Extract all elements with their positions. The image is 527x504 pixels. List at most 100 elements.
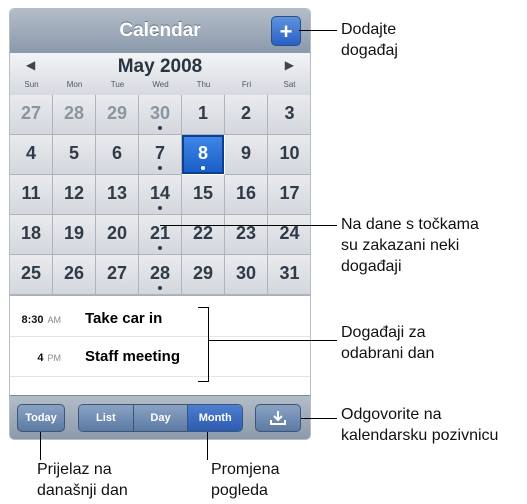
view-day-tab[interactable]: Day [133,405,189,431]
callout-line-today [40,432,41,460]
day-number: 13 [106,183,128,203]
callout-line-text: Događaji za [341,324,426,341]
day-cell[interactable]: 23 [225,215,268,255]
day-number: 7 [154,143,165,163]
add-event-button[interactable]: + [271,16,301,46]
day-cell[interactable]: 31 [268,255,310,295]
day-cell[interactable]: 22 [182,215,225,255]
day-number: 9 [240,143,251,163]
day-number: 26 [63,263,85,283]
month-title: May 2008 [117,56,203,77]
event-dot-icon [158,246,162,250]
day-cell[interactable]: 20 [96,215,139,255]
callout-line-text: pogleda [211,482,268,499]
day-cell[interactable]: 2 [225,95,268,135]
day-cell[interactable]: 27 [10,95,53,135]
callout-add-event: Dodajte događaj [341,19,398,61]
day-number: 3 [284,103,295,123]
invitations-button[interactable] [255,404,301,432]
day-number: 23 [235,223,257,243]
day-cell[interactable]: 25 [10,255,53,295]
callout-line-text: kalendarsku pozivnicu [341,427,499,444]
next-month-icon[interactable]: ▶ [285,58,294,72]
day-cell[interactable]: 10 [268,135,310,175]
day-cell[interactable]: 19 [53,215,96,255]
day-cell[interactable]: 17 [268,175,310,215]
day-number: 6 [111,143,122,163]
day-cell[interactable]: 28 [53,95,96,135]
day-cell[interactable]: 12 [53,175,96,215]
bracket-bottom [198,381,209,382]
callout-line-events [208,340,337,341]
view-month-tab[interactable]: Month [188,405,242,431]
event-title: Take car in [85,310,163,327]
callout-invitations: Odgovorite na kalendarsku pozivnicu [341,404,498,446]
callout-dots: Na dane s točkama su zakazani neki događaj… [341,214,479,277]
callout-line-text: odabrani dan [341,345,435,362]
event-dot-icon [158,206,162,210]
weekday-label: Tue [110,80,125,89]
day-number: 27 [106,263,128,283]
day-cell[interactable]: 30 [139,95,182,135]
day-cell[interactable]: 7 [139,135,182,175]
day-cell[interactable]: 6 [96,135,139,175]
selected-day-cell[interactable]: 8 [182,135,224,174]
day-cell[interactable]: 15 [182,175,225,215]
day-number: 18 [20,223,42,243]
day-cell[interactable]: 13 [96,175,139,215]
event-time: 4 PM [37,352,61,364]
download-tray-icon [270,411,286,425]
callout-events: Događaji za odabrani dan [341,322,434,364]
day-number: 11 [21,183,41,203]
month-grid: 27 28 29 30 1 2 3 4 5 6 7 8 9 10 11 12 13 14 15 16 17 18 19 20 2… [10,95,310,295]
day-cell[interactable]: 27 [96,255,139,295]
day-number: 12 [63,183,85,203]
event-dot-icon [158,126,162,130]
event-divider [10,336,310,337]
day-number: 21 [149,223,171,243]
weekday-label: Sat [283,80,296,89]
day-number: 16 [235,183,257,203]
day-number: 15 [192,183,214,203]
day-cell[interactable]: 21 [139,215,182,255]
today-button[interactable]: Today [17,404,65,432]
day-number: 8 [197,143,208,163]
day-cell[interactable]: 4 [10,135,53,175]
day-cell[interactable]: 24 [268,215,310,255]
callout-line-text: Dodajte [341,21,397,38]
day-cell[interactable]: 29 [182,255,225,295]
callout-line-text: Promjena [211,461,280,478]
day-cell[interactable]: 11 [10,175,53,215]
title-bar: Calendar + [10,9,310,54]
day-number: 29 [192,263,214,283]
day-cell[interactable]: 28 [139,255,182,295]
callout-line-text: su zakazani neki [341,237,460,254]
day-number: 17 [279,183,300,203]
day-cell[interactable]: 14 [139,175,182,215]
event-time: 8:30 AM [21,314,61,326]
event-item[interactable]: 8:30 AM Take car in [10,303,310,338]
callout-line-invites [301,418,337,419]
event-dot-icon [158,166,162,170]
day-number: 29 [106,103,128,123]
bracket-vertical [208,307,209,382]
day-cell[interactable]: 26 [53,255,96,295]
day-cell[interactable]: 29 [96,95,139,135]
day-cell[interactable]: 5 [53,135,96,175]
calendar-app: Calendar + ◀ May 2008 ▶ Sun Mon Tue Wed Thu F… [10,9,310,439]
view-list-tab[interactable]: List [79,405,134,431]
callout-line-add [299,30,337,31]
day-cell[interactable]: 18 [10,215,53,255]
event-item[interactable]: 4 PM Staff meeting [10,341,310,376]
callout-line-views [207,432,208,460]
day-cell[interactable]: 3 [268,95,310,135]
day-number: 22 [192,223,214,243]
day-cell[interactable]: 9 [225,135,268,175]
day-cell[interactable]: 30 [225,255,268,295]
day-number: 30 [235,263,257,283]
day-number: 5 [68,143,79,163]
app-title: Calendar [119,20,201,41]
day-cell[interactable]: 1 [182,95,225,135]
day-number: 31 [279,263,300,283]
day-cell[interactable]: 16 [225,175,268,215]
